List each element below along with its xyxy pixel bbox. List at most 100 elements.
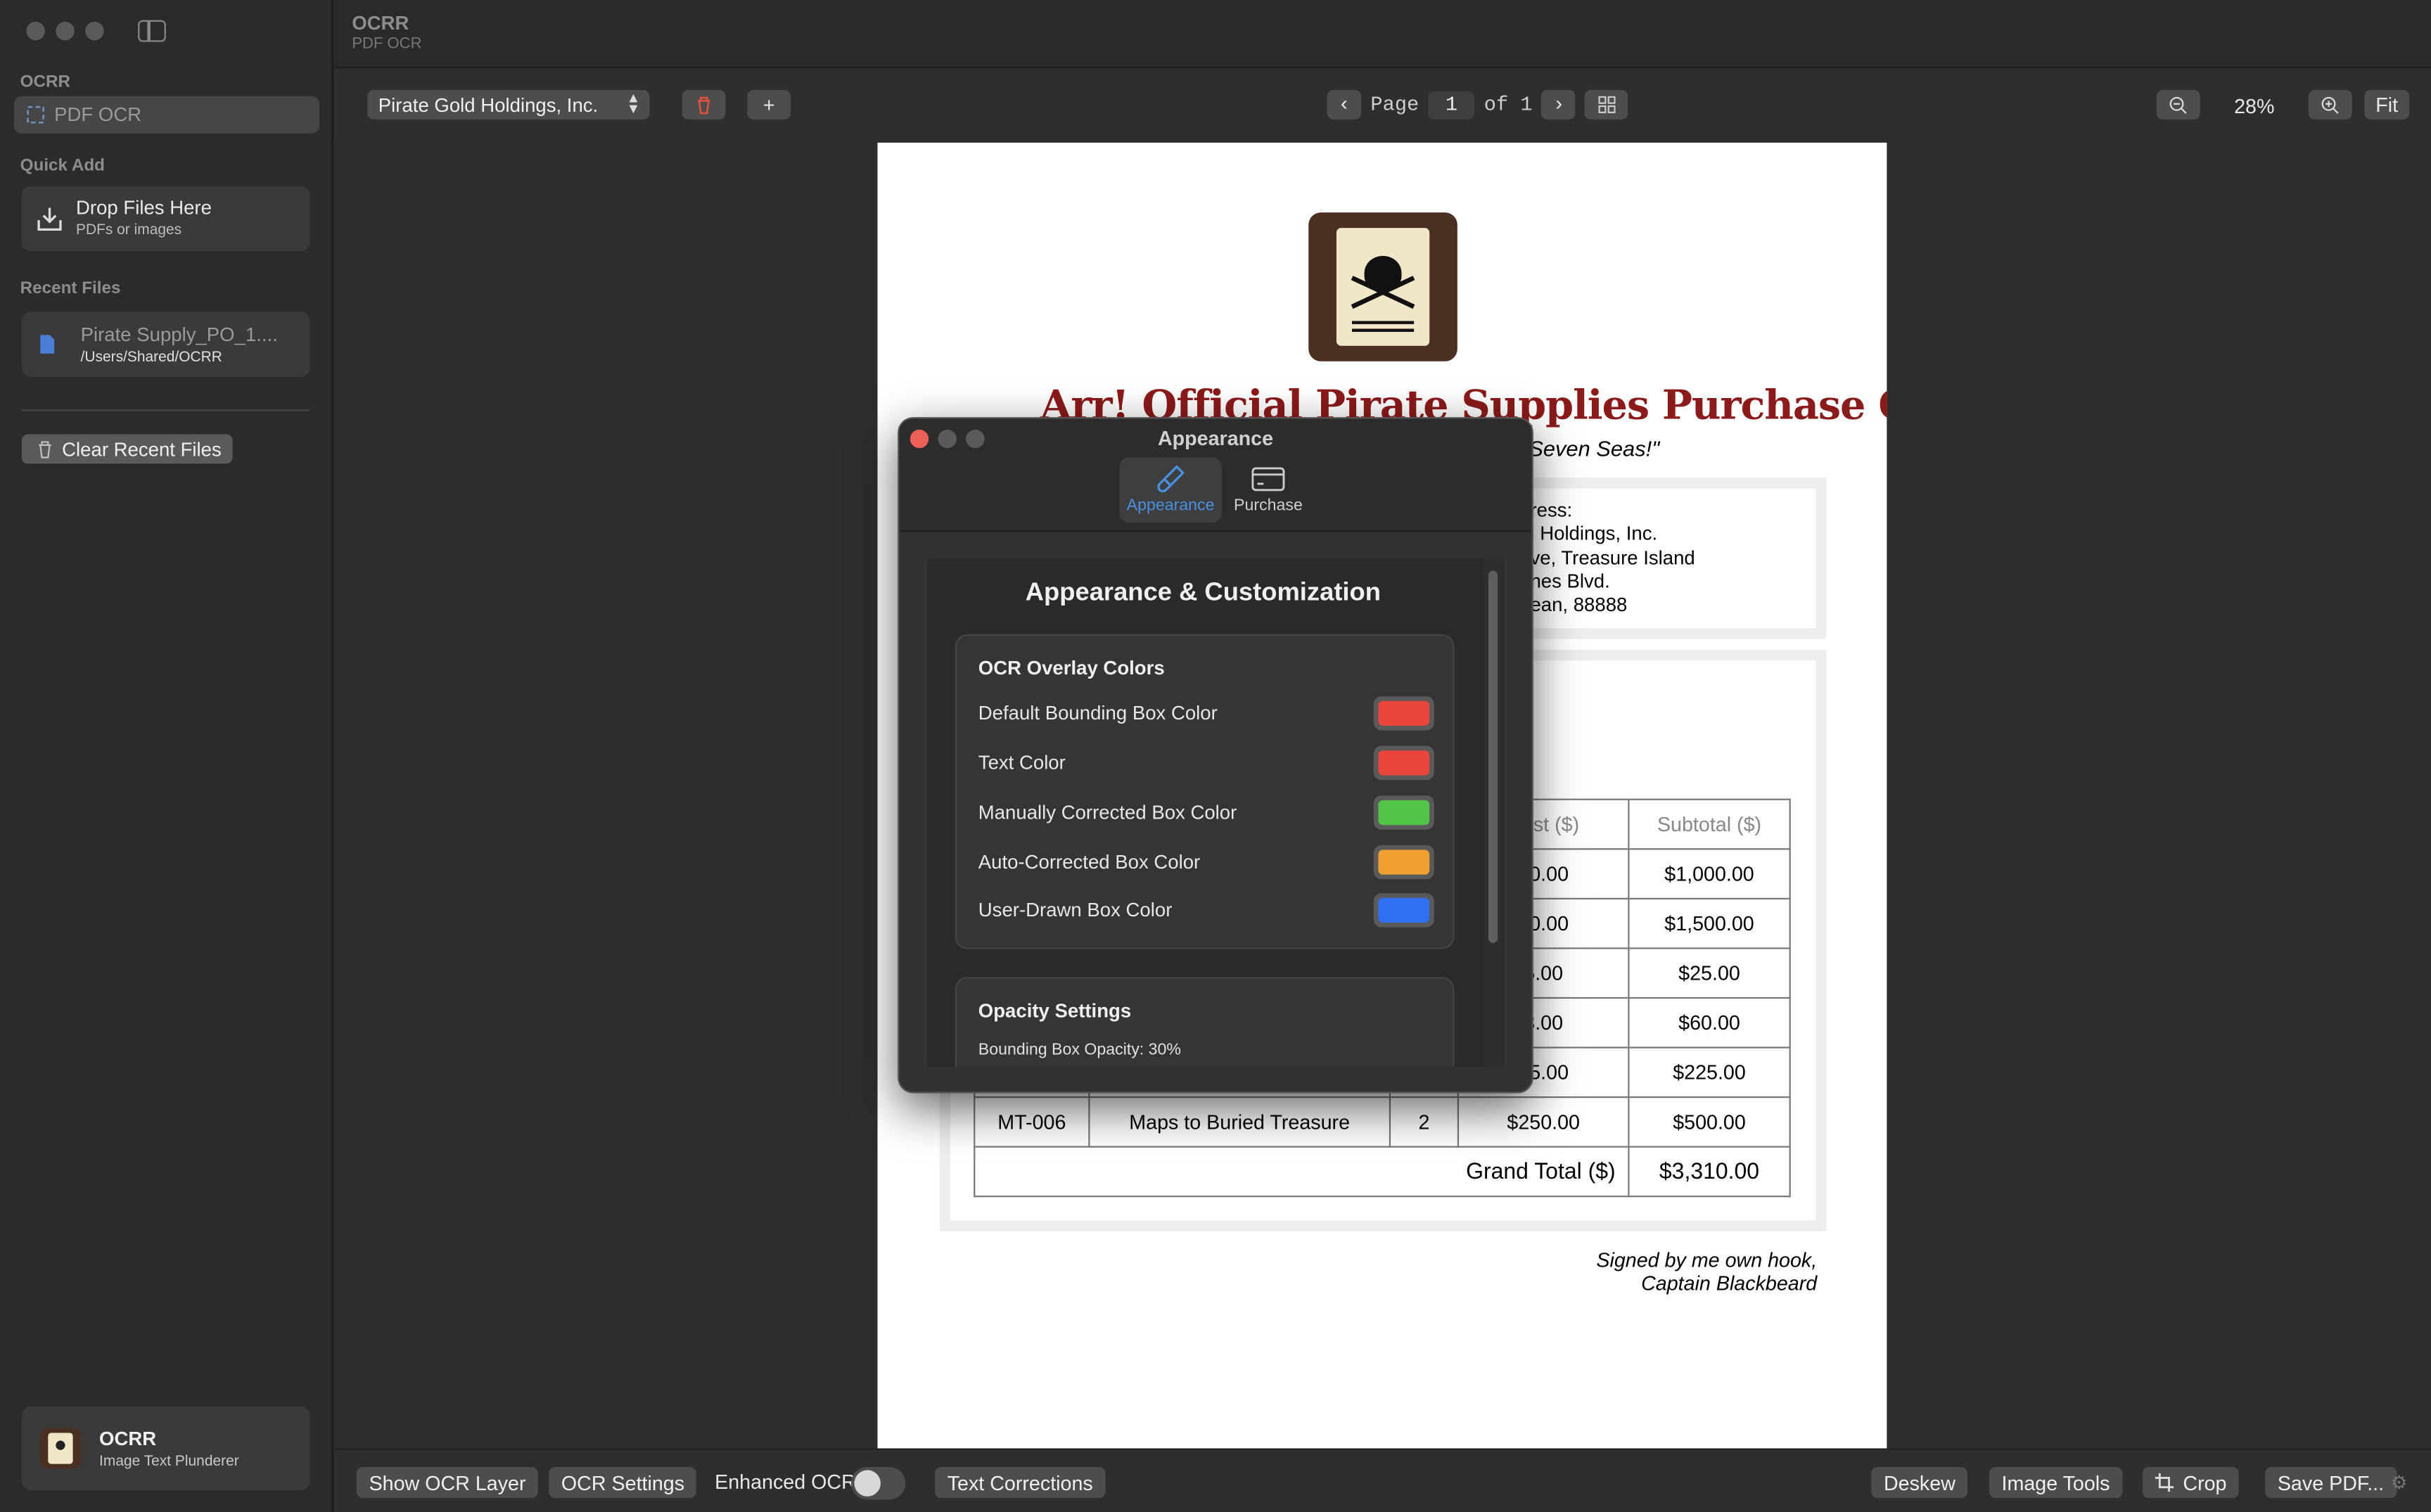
bbox-opacity-label: Bounding Box Opacity: 30% (978, 1040, 1181, 1060)
sidebar-item-pdf-ocr[interactable]: PDF OCR (13, 96, 320, 134)
tab-label: Purchase (1234, 496, 1303, 515)
group-title: Opacity Settings (978, 1000, 1132, 1023)
scrollbar-thumb[interactable] (1488, 570, 1498, 943)
clear-recent-button[interactable]: Clear Recent Files (21, 434, 233, 464)
opacity-settings-group: Opacity Settings Bounding Box Opacity: 3… (955, 977, 1455, 1068)
previous-page-button[interactable]: ‹ (1327, 89, 1362, 120)
document-select[interactable]: Pirate Gold Holdings, Inc. ▲ ▼ (367, 89, 650, 120)
bottom-toolbar: Show OCR Layer OCR Settings Enhanced OCR… (335, 1448, 2431, 1512)
signature-line: Captain Blackbeard (1641, 1271, 1818, 1295)
appearance-dialog: Appearance Appearance Purchase Appearanc… (898, 417, 1533, 1094)
table-row: MT-006 Maps to Buried Treasure 2 $250.00 $50… (974, 1096, 1791, 1148)
zoom-out-icon (2169, 96, 2187, 113)
color-row-label: Text Color (978, 752, 1066, 774)
recent-file-name: Pirate Supply_PO_1.... (80, 323, 278, 346)
window-subtitle: PDF OCR (352, 35, 422, 53)
crop-icon (2155, 1473, 2174, 1492)
deskew-button[interactable]: Deskew (1871, 1467, 1968, 1499)
settings-gear-icon[interactable]: ⚙ (2391, 1472, 2408, 1494)
ocr-overlay-colors-group: OCR Overlay Colors Default Bounding Box … (955, 634, 1455, 949)
signature: Signed by me own hook, Captain Blackbear… (1596, 1248, 1817, 1295)
window-controls (26, 21, 104, 41)
color-row: Auto-Corrected Box Color (978, 845, 1434, 880)
chevron-left-icon: ‹ (1338, 93, 1351, 117)
settings-panel[interactable]: Appearance & Customization OCR Overlay C… (927, 558, 1504, 1068)
page-number-input[interactable]: 1 (1428, 90, 1475, 119)
group-title: OCR Overlay Colors (978, 657, 1165, 679)
chevron-right-icon: › (1552, 93, 1565, 117)
sidebar-section-recent: Recent Files (20, 278, 121, 298)
add-button[interactable]: + (747, 89, 791, 120)
table-cell: $250.00 (1457, 1096, 1630, 1148)
table-cell: $1,500.00 (1628, 897, 1791, 949)
delete-button[interactable] (682, 89, 726, 120)
color-well[interactable] (1373, 745, 1434, 781)
plus-icon: + (763, 93, 775, 117)
ocr-settings-button[interactable]: OCR Settings (549, 1467, 697, 1499)
table-cell: Maps to Buried Treasure (1088, 1096, 1391, 1148)
close-window-icon[interactable] (26, 21, 45, 41)
document-subtitle: Seven Seas!" (1529, 435, 1660, 461)
color-well[interactable] (1373, 893, 1434, 928)
color-row-label: User-Drawn Box Color (978, 899, 1173, 921)
grand-total-label: Grand Total ($) (974, 1146, 1630, 1198)
table-cell: $60.00 (1628, 997, 1791, 1049)
tab-appearance[interactable]: Appearance (1119, 457, 1222, 523)
document-scan-icon (27, 105, 45, 124)
sidebar-section-quick-add: Quick Add (20, 156, 106, 176)
tab-label: Appearance (1126, 496, 1215, 515)
sidebar-toggle-icon[interactable] (138, 20, 166, 42)
clear-recent-label: Clear Recent Files (62, 437, 222, 460)
zoom-out-button[interactable] (2156, 89, 2200, 120)
enhanced-ocr-label: Enhanced OCR (715, 1470, 856, 1494)
dialog-scrollbar[interactable] (1484, 558, 1502, 1068)
show-ocr-layer-button[interactable]: Show OCR Layer (356, 1467, 539, 1499)
dialog-header: Appearance Appearance Purchase (899, 418, 1532, 532)
crop-label: Crop (2183, 1471, 2227, 1494)
app-name: OCRR (99, 1427, 157, 1449)
toolbar: Pirate Gold Holdings, Inc. ▲ ▼ + ‹ Page 1… (335, 70, 2431, 141)
color-well[interactable] (1373, 845, 1434, 880)
signature-line: Signed by me own hook, (1596, 1248, 1818, 1272)
zoom-in-button[interactable] (2308, 89, 2352, 120)
color-well[interactable] (1373, 696, 1434, 731)
address-line: ress: (1530, 499, 1573, 521)
app-info-card: OCRR Image Text Plunderer (21, 1407, 310, 1491)
page-label: Page (1370, 93, 1419, 117)
drop-zone[interactable]: Drop Files Here PDFs or images (21, 186, 310, 252)
grand-total-value: $3,310.00 (1628, 1146, 1791, 1198)
color-row: Default Bounding Box Color (978, 696, 1434, 731)
paintbrush-icon (1157, 465, 1185, 493)
color-row-label: Manually Corrected Box Color (978, 802, 1237, 824)
address-line: nes Blvd. (1530, 570, 1610, 593)
table-header: Subtotal ($) (1628, 798, 1791, 850)
crop-button[interactable]: Crop (2143, 1467, 2240, 1499)
address-block: ress: l Holdings, Inc. ve, Treasure Isla… (1530, 499, 1695, 618)
enhanced-ocr-toggle[interactable] (851, 1467, 906, 1500)
color-well[interactable] (1373, 795, 1434, 830)
table-cell: $225.00 (1628, 1046, 1791, 1098)
table-cell: MT-006 (974, 1096, 1090, 1148)
zoom-window-icon[interactable] (85, 21, 104, 41)
zoom-in-icon (2321, 96, 2339, 113)
document-icon (40, 335, 55, 354)
next-page-button[interactable]: › (1541, 89, 1576, 120)
image-tools-button[interactable]: Image Tools (1989, 1467, 2123, 1499)
tab-purchase[interactable]: Purchase (1217, 458, 1319, 523)
app-logo-icon (40, 1428, 81, 1469)
save-pdf-button[interactable]: Save PDF... (2265, 1467, 2397, 1499)
text-corrections-button[interactable]: Text Corrections (935, 1467, 1106, 1499)
minimize-window-icon[interactable] (56, 21, 75, 41)
drop-title: Drop Files Here (76, 197, 212, 219)
sidebar-item-label: PDF OCR (54, 103, 142, 126)
window-title: OCRR (352, 12, 409, 34)
fit-button[interactable]: Fit (2364, 89, 2410, 120)
thumbnail-grid-button[interactable] (1585, 89, 1629, 120)
up-down-chevron-icon: ▲ ▼ (626, 89, 641, 117)
table-cell: 2 (1389, 1096, 1460, 1148)
download-tray-icon (37, 207, 62, 231)
color-row: Manually Corrected Box Color (978, 795, 1434, 830)
color-row-label: Default Bounding Box Color (978, 702, 1218, 724)
recent-file-item[interactable]: Pirate Supply_PO_1.... /Users/Shared/OCR… (21, 312, 310, 377)
recent-file-path: /Users/Shared/OCRR (80, 349, 222, 366)
